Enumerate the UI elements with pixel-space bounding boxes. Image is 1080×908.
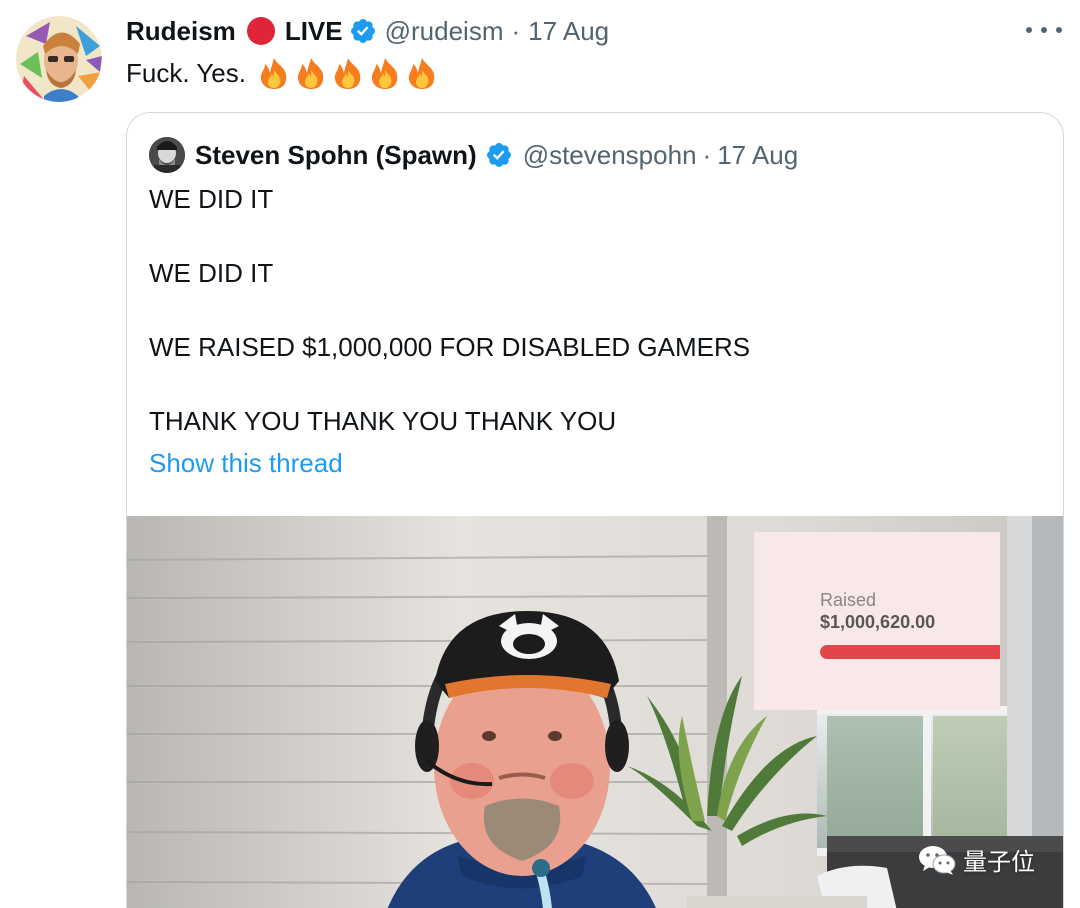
tweet: Rudeism LIVE @rudeism · 17 Aug Fuck. Yes… (0, 0, 1080, 908)
separator: · (511, 15, 521, 46)
quoted-tweet-media[interactable]: Raised $1,000,620.00 量子位 (127, 516, 1063, 908)
tweet-text: Fuck. Yes. (126, 56, 441, 90)
more-dot (1041, 27, 1047, 33)
quoted-text-line: WE DID IT (149, 258, 274, 288)
raised-progress-bar (820, 645, 1000, 659)
quoted-text-line: THANK YOU THANK YOU THANK YOU (149, 406, 617, 436)
raised-progress-fill (820, 645, 1000, 659)
raised-label: Raised (820, 590, 877, 610)
separator: · (702, 139, 712, 170)
quoted-author-avatar[interactable] (149, 137, 185, 173)
quoted-text-line: WE DID IT (149, 184, 274, 214)
fire-emoji (371, 58, 398, 89)
fire-emoji (408, 58, 435, 89)
fire-emoji (334, 58, 361, 89)
tweet-header: Rudeism LIVE @rudeism · 17 Aug (126, 12, 609, 50)
more-options-icon[interactable] (1026, 18, 1062, 42)
fire-emoji (260, 58, 287, 89)
verified-badge-icon (350, 19, 375, 43)
author-avatar[interactable] (16, 16, 102, 102)
quoted-tweet-card[interactable]: Steven Spohn (Spawn) @stevenspohn · 17 A… (126, 112, 1064, 908)
raised-amount: $1,000,620.00 (820, 612, 936, 632)
donation-progress-overlay: Raised $1,000,620.00 (754, 532, 1000, 710)
more-dot (1056, 27, 1062, 33)
wechat-icon (919, 845, 956, 875)
show-thread-link[interactable]: Show this thread (149, 448, 343, 479)
tweet-timestamp[interactable]: 17 Aug (528, 16, 609, 47)
verified-badge-icon (486, 143, 511, 167)
live-label: LIVE (284, 15, 343, 46)
watermark-text: 量子位 (963, 848, 1035, 876)
fire-emoji (297, 58, 324, 89)
tweet-text-content: Fuck. Yes. (126, 57, 246, 88)
author-handle[interactable]: @rudeism (385, 16, 504, 47)
quoted-author-handle[interactable]: @stevenspohn (523, 140, 697, 171)
quoted-tweet-timestamp[interactable]: 17 Aug (717, 140, 798, 171)
quoted-tweet-text: WE DID IT WE DID IT WE RAISED $1,000,000… (149, 181, 1029, 440)
more-dot (1026, 27, 1032, 33)
live-dot-icon (246, 17, 275, 45)
emoji-row (256, 56, 441, 90)
watermark: 量子位 (917, 842, 1035, 877)
quoted-text-line: WE RAISED $1,000,000 FOR DISABLED GAMERS (149, 332, 751, 362)
quoted-tweet-header: Steven Spohn (Spawn) @stevenspohn · 17 A… (149, 135, 798, 175)
author-display-name[interactable]: Rudeism (126, 16, 236, 47)
quoted-author-display-name[interactable]: Steven Spohn (Spawn) (195, 140, 477, 171)
